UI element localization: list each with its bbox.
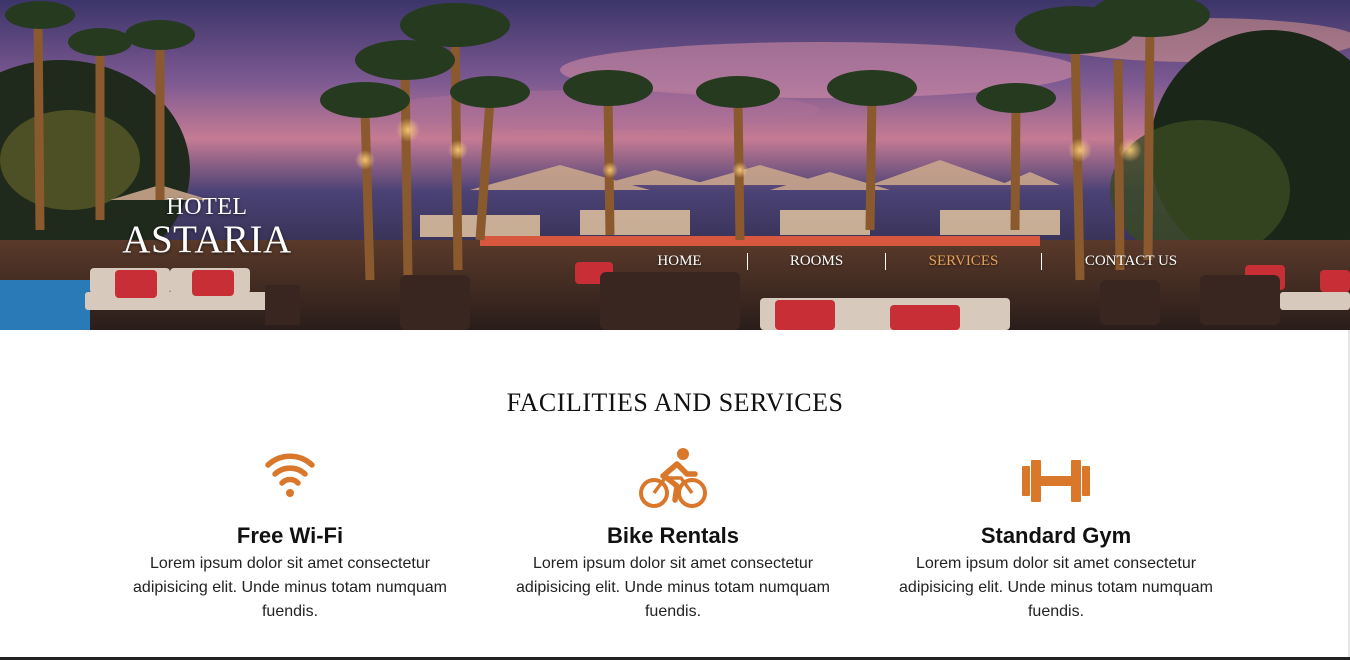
wifi-icon	[265, 453, 315, 497]
service-description: Lorem ipsum dolor sit amet consectetur a…	[133, 555, 447, 620]
main-nav: HOME ROOMS SERVICES CONTACT US	[612, 250, 1220, 272]
service-description: Lorem ipsum dolor sit amet consectetur a…	[899, 555, 1213, 620]
service-card-wifi: Free Wi-Fi Lorem ipsum dolor sit amet co…	[120, 442, 460, 624]
hero-background-image	[0, 0, 1350, 330]
dumbbell-icon	[1022, 460, 1090, 502]
hotel-logo[interactable]: HOTEL ASTARIA	[122, 190, 292, 260]
service-description: Lorem ipsum dolor sit amet consectetur a…	[516, 555, 830, 620]
hero-banner: HOTEL ASTARIA HOME ROOMS SERVICES CONTAC…	[0, 0, 1350, 330]
logo-line-astaria: ASTARIA	[122, 218, 292, 261]
bicycle-icon	[639, 448, 707, 508]
nav-rooms[interactable]: ROOMS	[748, 253, 885, 270]
service-card-gym: Standard Gym Lorem ipsum dolor sit amet …	[886, 442, 1226, 624]
service-card-bike: Bike Rentals Lorem ipsum dolor sit amet …	[503, 442, 843, 624]
section-title: FACILITIES AND SERVICES	[506, 388, 844, 417]
nav-contact-us[interactable]: CONTACT US	[1042, 253, 1220, 270]
service-title: Free Wi-Fi	[236, 523, 344, 548]
nav-home[interactable]: HOME	[612, 253, 747, 270]
nav-services[interactable]: SERVICES	[886, 253, 1041, 270]
service-title: Standard Gym	[980, 523, 1132, 548]
service-title: Bike Rentals	[606, 523, 740, 548]
